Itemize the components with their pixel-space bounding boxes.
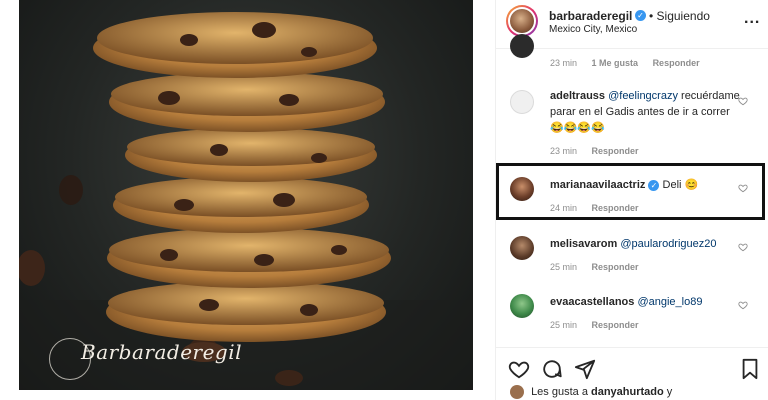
comment-mention[interactable]: @feelingcrazy (608, 90, 678, 102)
highlight-box (496, 163, 765, 220)
comment-text: melisavarom @paularodriguez20 (550, 236, 740, 252)
comment-mention[interactable]: @angie_lo89 (637, 296, 702, 308)
heart-icon[interactable] (738, 96, 748, 106)
liker-username[interactable]: danyahurtado (591, 386, 664, 398)
liker-avatar[interactable] (510, 385, 524, 399)
comment-meta: 23 min Responder (550, 146, 651, 156)
reply-button[interactable]: Responder (592, 146, 639, 156)
heart-icon[interactable] (738, 300, 748, 310)
comment-meta: 25 min Responder (550, 262, 651, 272)
reply-button[interactable]: Responder (592, 262, 639, 272)
comment-avatar[interactable] (510, 34, 534, 58)
bookmark-icon[interactable] (740, 358, 760, 380)
more-icon[interactable]: ... (744, 10, 760, 28)
comment-avatar[interactable] (510, 90, 534, 114)
comment-avatar[interactable] (510, 294, 534, 318)
comment-text: evaacastellanos @angie_lo89 (550, 294, 740, 310)
post-location[interactable]: Mexico City, Mexico (549, 24, 637, 35)
comment-time: 25 min (550, 262, 578, 272)
follow-status[interactable]: • Siguiendo (649, 9, 710, 23)
reply-button[interactable]: Responder (592, 320, 639, 330)
post-photo[interactable]: Barbaraderegil (19, 0, 473, 390)
post-header: barbaraderegil ✓ • Siguiendo Mexico City… (496, 0, 768, 49)
photo-watermark: Barbaraderegil (81, 340, 243, 364)
share-icon[interactable] (574, 358, 596, 380)
comment-icon[interactable] (541, 358, 563, 380)
comment-avatar[interactable] (510, 236, 534, 260)
comment-text: adeltrauss @feelingcrazy recuérdame para… (550, 88, 740, 136)
comment-time: 23 min (550, 146, 578, 156)
likes-summary: Les gusta a danyahurtado y (510, 385, 672, 399)
heart-icon[interactable] (508, 358, 530, 380)
author-avatar[interactable] (510, 9, 534, 33)
comment-time: 23 min (550, 58, 578, 68)
comment-username[interactable]: melisavarom (550, 238, 617, 250)
comment-meta: 25 min Responder (550, 320, 651, 330)
verified-icon: ✓ (635, 10, 646, 21)
comment-mention[interactable]: @paularodriguez20 (620, 238, 716, 250)
comment-likes[interactable]: 1 Me gusta (592, 58, 639, 68)
post-actions-bar (496, 347, 768, 380)
reply-button[interactable]: Responder (653, 58, 700, 68)
cookie-stack-illustration (19, 12, 473, 390)
comment-meta: 23 min 1 Me gusta Responder (550, 58, 712, 68)
comment-time: 25 min (550, 320, 578, 330)
likes-prefix: Les gusta a (531, 385, 588, 398)
likes-suffix: y (666, 385, 673, 398)
comment-username[interactable]: evaacastellanos (550, 296, 634, 308)
comment-username[interactable]: adeltrauss (550, 90, 605, 102)
author-username[interactable]: barbaraderegil (549, 9, 632, 23)
heart-icon[interactable] (738, 242, 748, 252)
